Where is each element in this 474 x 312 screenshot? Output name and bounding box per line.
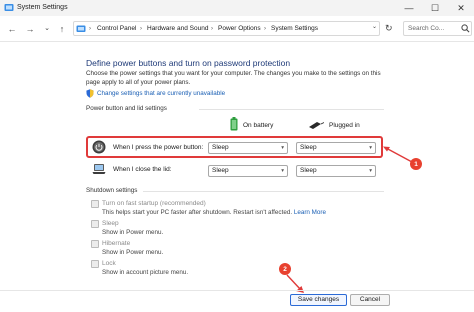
close-button[interactable]: ✕ [448, 0, 474, 16]
annotation-highlight-box [86, 136, 383, 158]
close-lid-plugged-select[interactable]: Sleep ▾ [296, 165, 376, 177]
breadcrumb-separator: › [140, 26, 142, 32]
close-lid-label: When I close the lid: [113, 166, 172, 173]
search-icon [461, 24, 470, 33]
hibernate-checkbox[interactable] [91, 240, 99, 248]
maximize-button[interactable]: ☐ [422, 0, 448, 16]
minimize-button[interactable]: — [396, 0, 422, 16]
annotation-arrow-1 [383, 146, 413, 163]
change-settings-link[interactable]: Change settings that are currently unava… [86, 89, 225, 98]
page-title: Define power buttons and turn on passwor… [86, 58, 291, 68]
breadcrumb-separator: › [89, 26, 91, 32]
control-panel-icon [76, 25, 86, 32]
refresh-icon[interactable]: ↻ [385, 23, 393, 33]
fast-startup-label: Turn on fast startup (recommended) [102, 200, 206, 207]
selected-value: Sleep [300, 167, 317, 174]
fast-startup-description: This helps start your PC faster after sh… [102, 209, 327, 216]
cancel-button[interactable]: Cancel [350, 294, 390, 306]
address-bar: ← → ⌄ ↑ › Control Panel › Hardware and S… [0, 16, 474, 42]
chevron-down-icon: ▾ [281, 168, 284, 174]
address-dropdown-icon[interactable]: ⌄ [372, 23, 377, 30]
back-button[interactable]: ← [6, 23, 18, 35]
breadcrumb-power-options[interactable]: Power Options [218, 24, 261, 34]
recent-locations-button[interactable]: ⌄ [41, 23, 53, 35]
close-lid-battery-select[interactable]: Sleep ▾ [208, 165, 288, 177]
up-button[interactable]: ↑ [56, 23, 68, 35]
sleep-description: Show in Power menu. [102, 229, 164, 236]
plug-icon [309, 122, 324, 129]
change-settings-link-label: Change settings that are currently unava… [97, 90, 226, 97]
column-header-on-battery: On battery [243, 122, 274, 129]
lock-description: Show in account picture menu. [102, 269, 189, 276]
title-bar: System Settings — ☐ ✕ [0, 0, 474, 16]
hibernate-label: Hibernate [102, 240, 131, 247]
chevron-down-icon: ▾ [369, 168, 372, 174]
section-divider [199, 109, 384, 110]
lock-checkbox[interactable] [91, 260, 99, 268]
annotation-badge-1: 1 [410, 158, 422, 170]
shutdown-section-header: Shutdown settings [86, 187, 138, 194]
save-changes-button[interactable]: Save changes [290, 294, 347, 306]
laptop-lid-icon [92, 164, 106, 174]
column-header-plugged-in: Plugged in [329, 122, 360, 129]
sleep-label: Sleep [102, 220, 119, 227]
breadcrumb-control-panel[interactable]: Control Panel [97, 24, 136, 34]
selected-value: Sleep [212, 167, 229, 174]
sleep-checkbox[interactable] [91, 220, 99, 228]
footer-divider [0, 290, 474, 291]
control-panel-icon [4, 4, 14, 11]
search-input[interactable]: Search Co... [403, 21, 472, 36]
battery-icon [230, 117, 238, 131]
breadcrumb-hardware-and-sound[interactable]: Hardware and Sound [147, 24, 208, 34]
power-section-header: Power button and lid settings [86, 105, 167, 112]
breadcrumb-separator: › [264, 26, 266, 32]
window-title: System Settings [17, 4, 68, 11]
fast-startup-checkbox[interactable] [91, 200, 99, 208]
section-divider [143, 191, 384, 192]
address-field[interactable]: › Control Panel › Hardware and Sound › P… [73, 21, 380, 36]
search-placeholder: Search Co... [408, 25, 445, 32]
page-description: Choose the power settings that you want … [86, 70, 381, 86]
breadcrumb-system-settings[interactable]: System Settings [271, 24, 318, 34]
annotation-badge-2: 2 [279, 263, 291, 275]
lock-label: Lock [102, 260, 116, 267]
forward-button[interactable]: → [24, 23, 36, 35]
learn-more-link[interactable]: Learn More [294, 209, 326, 216]
hibernate-description: Show in Power menu. [102, 249, 164, 256]
breadcrumb-separator: › [211, 26, 213, 32]
shield-icon [86, 89, 94, 98]
